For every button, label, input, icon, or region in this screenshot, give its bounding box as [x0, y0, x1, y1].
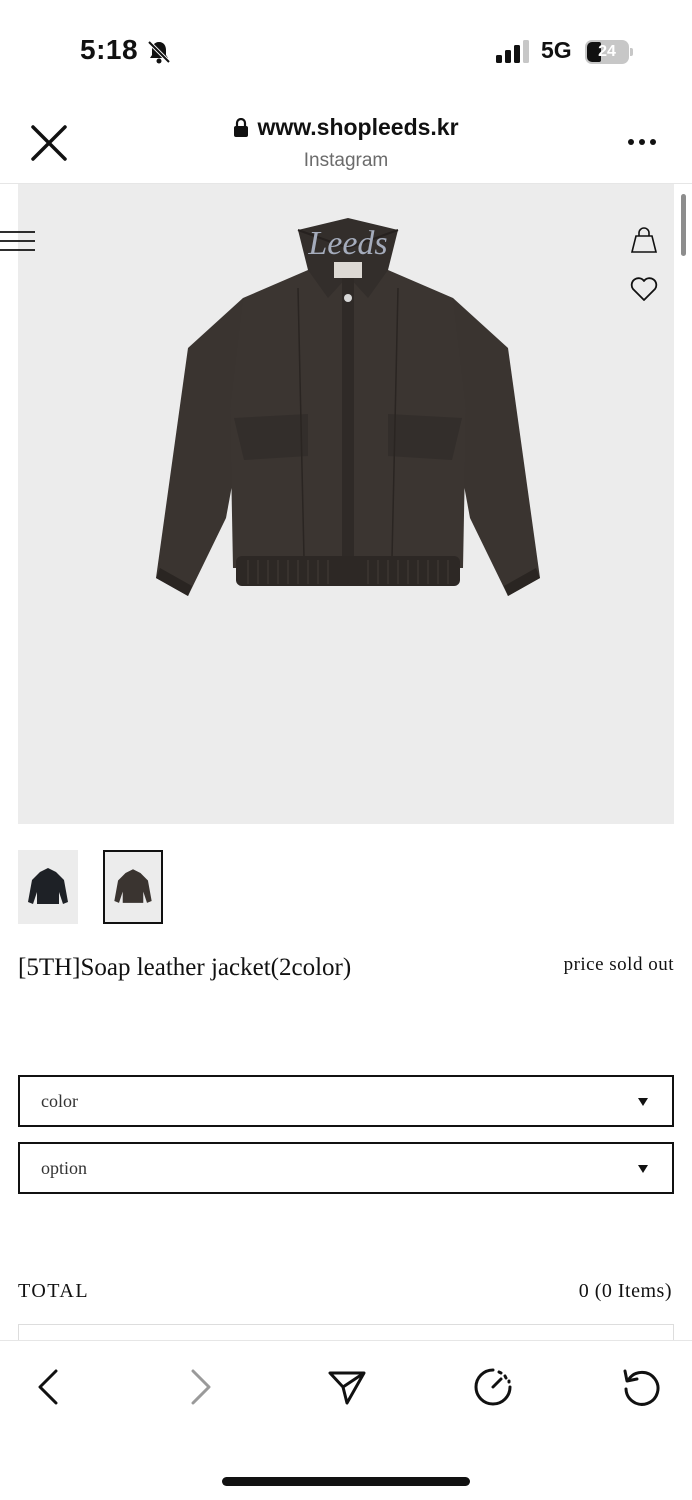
battery-icon: 24 — [585, 40, 633, 64]
page-scrollbar[interactable] — [681, 194, 686, 256]
total-value: 0 (0 Items) — [578, 1280, 672, 1302]
battery-level: 24 — [598, 43, 616, 60]
heart-icon[interactable] — [630, 276, 658, 302]
browser-header: www.shopleeds.kr Instagram — [0, 100, 692, 184]
reload-icon[interactable] — [621, 1367, 661, 1407]
chevron-left-icon[interactable] — [30, 1367, 70, 1407]
network-type: 5G — [541, 37, 572, 63]
speedometer-icon[interactable] — [473, 1367, 513, 1407]
web-content: Leeds [5TH]Soap leather jacket(2color) p… — [0, 184, 692, 1340]
lock-icon — [234, 117, 249, 137]
url-text: www.shopleeds.kr — [257, 114, 459, 140]
color-select-label: color — [41, 1091, 78, 1111]
shopping-bag-icon[interactable] — [630, 226, 658, 254]
browser-toolbar — [0, 1340, 692, 1500]
thumbnail-black[interactable] — [18, 850, 78, 924]
product-name: [5TH]Soap leather jacket(2color) — [18, 954, 352, 981]
send-icon[interactable] — [327, 1367, 367, 1407]
source-label: Instagram — [303, 150, 389, 171]
dropdown-arrow-icon — [638, 1098, 648, 1106]
more-icon[interactable] — [626, 136, 658, 148]
next-section-box — [18, 1324, 674, 1340]
address-bar[interactable]: www.shopleeds.kr — [0, 114, 692, 143]
status-bar: 5:18 5G 24 — [0, 0, 692, 100]
cell-signal-icon — [496, 40, 529, 63]
status-time: 5:18 — [80, 34, 139, 65]
product-price: price sold out — [563, 954, 674, 975]
total-label: TOTAL — [18, 1280, 90, 1302]
option-select-label: option — [41, 1158, 88, 1178]
brand-watermark: Leeds — [307, 225, 387, 262]
dropdown-arrow-icon — [638, 1165, 648, 1173]
option-select[interactable]: option — [18, 1142, 674, 1194]
home-indicator[interactable] — [222, 1477, 470, 1486]
color-select[interactable]: color — [18, 1075, 674, 1127]
jacket-image: Leeds — [156, 218, 540, 596]
product-image[interactable]: Leeds — [18, 184, 674, 824]
menu-icon[interactable] — [0, 230, 36, 252]
thumbnail-jacket-black — [28, 868, 68, 904]
chevron-right-icon[interactable] — [179, 1367, 219, 1407]
thumbnail-brown[interactable] — [103, 850, 163, 924]
thumbnail-jacket-brown — [114, 869, 152, 903]
bell-slash-icon — [147, 40, 171, 64]
